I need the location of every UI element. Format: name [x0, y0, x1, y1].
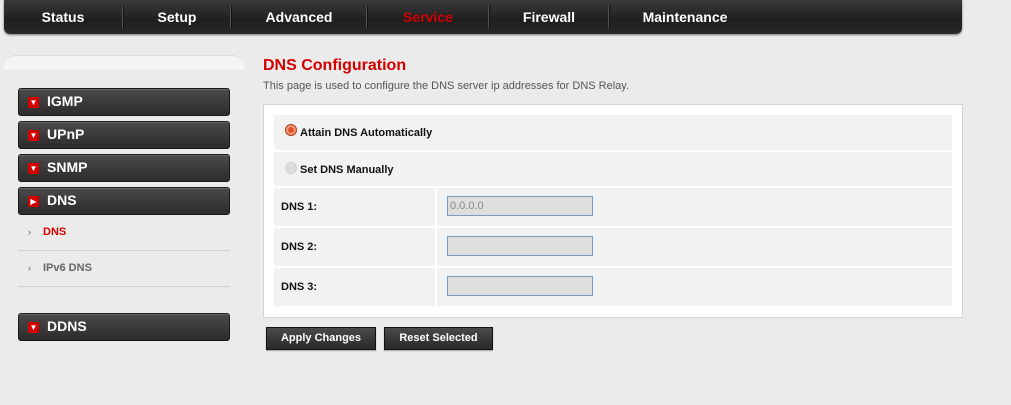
dns1-input[interactable] [447, 196, 593, 216]
sidebar-menu-label: DNS [47, 192, 77, 208]
dns3-input[interactable] [447, 276, 593, 296]
field-label-cell: DNS 1: [274, 188, 435, 226]
dns3-label: DNS 3: [281, 281, 318, 293]
dns2-input[interactable] [447, 236, 593, 256]
field-value-cell [437, 268, 952, 306]
field-value-cell [437, 228, 952, 266]
option-label: Set DNS Manually [300, 164, 394, 176]
sidebar-menu-ddns[interactable]: ▼ DDNS [18, 313, 230, 341]
tab-status[interactable]: Status [4, 0, 122, 34]
sidebar-menu-dns[interactable]: ▶ DNS [18, 187, 230, 215]
bullet-icon: › [28, 263, 31, 273]
chevron-down-icon: ▼ [28, 163, 39, 174]
chevron-right-icon: ▶ [28, 196, 39, 207]
sidebar-menu-label: IGMP [47, 93, 83, 109]
dns-config-panel: Attain DNS Automatically Set DNS Manuall… [263, 104, 963, 318]
field-row-dns1: DNS 1: [274, 188, 952, 226]
radio-attain-dns-auto[interactable] [285, 124, 297, 136]
field-label-cell: DNS 2: [274, 228, 435, 266]
tab-maintenance[interactable]: Maintenance [610, 0, 760, 34]
radio-set-dns-manual[interactable] [285, 162, 297, 174]
page-description: This page is used to configure the DNS s… [263, 80, 630, 92]
reset-selected-button[interactable]: Reset Selected [384, 327, 493, 350]
sidebar-menu-upnp[interactable]: ▼ UPnP [18, 121, 230, 149]
sidebar-menu-snmp[interactable]: ▼ SNMP [18, 154, 230, 182]
tab-firewall[interactable]: Firewall [490, 0, 608, 34]
bullet-icon: › [28, 227, 31, 237]
page-title: DNS Configuration [263, 57, 407, 74]
tab-service[interactable]: Service [368, 0, 488, 34]
sidebar-header [4, 55, 244, 70]
field-label-cell: DNS 3: [274, 268, 435, 306]
top-nav: Status Setup Advanced Service Firewall M… [4, 0, 962, 34]
tab-advanced[interactable]: Advanced [232, 0, 366, 34]
sidebar-item-dns[interactable]: › DNS [18, 216, 230, 251]
sidebar-menu-igmp[interactable]: ▼ IGMP [18, 88, 230, 116]
apply-changes-button[interactable]: Apply Changes [266, 327, 376, 350]
option-label: Attain DNS Automatically [300, 127, 433, 139]
dns2-label: DNS 2: [281, 241, 318, 253]
sidebar-menu-label: SNMP [47, 159, 88, 175]
sidebar-item-ipv6-dns[interactable]: › IPv6 DNS [18, 252, 230, 287]
chevron-down-icon: ▼ [28, 97, 39, 108]
sidebar-menu-label: DDNS [47, 318, 87, 334]
sidebar-item-label: DNS [43, 226, 67, 238]
option-row-auto: Attain DNS Automatically [274, 115, 952, 150]
field-value-cell [437, 188, 952, 226]
sidebar-menu-label: UPnP [47, 126, 85, 142]
tab-setup[interactable]: Setup [124, 0, 230, 34]
sidebar-item-label: IPv6 DNS [43, 262, 92, 274]
field-row-dns2: DNS 2: [274, 228, 952, 266]
chevron-down-icon: ▼ [28, 322, 39, 333]
field-row-dns3: DNS 3: [274, 268, 952, 306]
option-row-manual: Set DNS Manually [274, 152, 952, 186]
dns1-label: DNS 1: [281, 201, 318, 213]
chevron-down-icon: ▼ [28, 130, 39, 141]
